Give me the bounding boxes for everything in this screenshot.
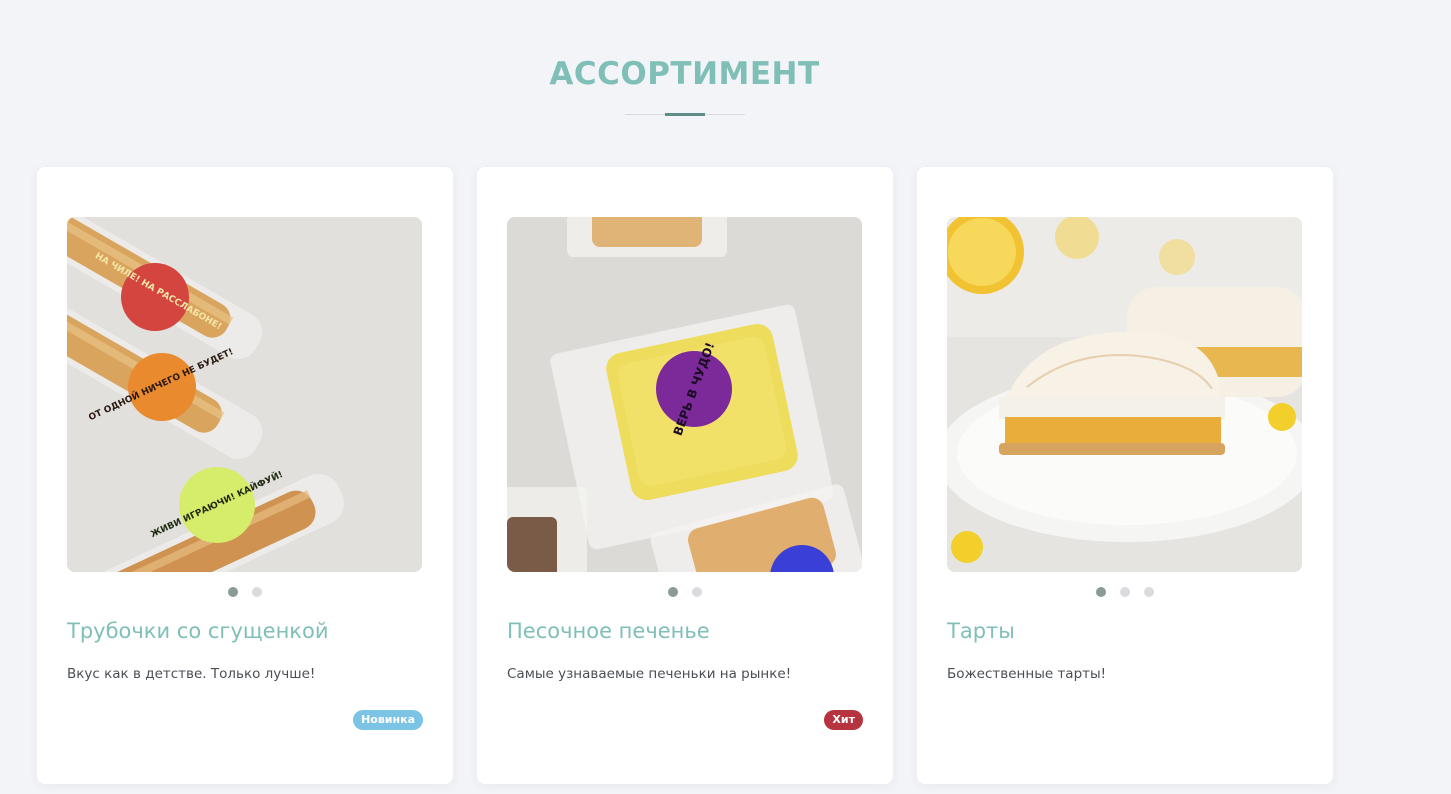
section-title: АССОРТИМЕНТ: [549, 56, 820, 92]
product-description: Божественные тарты!: [947, 666, 1107, 682]
carousel-dot[interactable]: [252, 587, 262, 597]
carousel-dot[interactable]: [1096, 587, 1106, 597]
image-carousel-dots: [37, 587, 453, 597]
product-description: Вкус как в детстве. Только лучше!: [67, 666, 316, 682]
product-title[interactable]: Тарты: [947, 619, 1307, 643]
product-title[interactable]: Песочное печенье: [507, 619, 867, 643]
product-card-pechenye[interactable]: ВЕРЬ В ЧУДО! Песочное печенье Самые узна…: [477, 167, 893, 784]
badge-hit: Хит: [824, 710, 863, 730]
product-image-pechenye[interactable]: ВЕРЬ В ЧУДО!: [507, 217, 862, 572]
carousel-dot[interactable]: [1144, 587, 1154, 597]
product-photo: НА ЧИЛЕ! НА РАССЛАБОНЕ! ОТ ОДНОЙ НИЧЕГО …: [67, 217, 422, 572]
product-photo: [947, 217, 1302, 572]
carousel-dot[interactable]: [228, 587, 238, 597]
product-title[interactable]: Трубочки со сгущенкой: [67, 619, 427, 643]
product-image-tarty[interactable]: [947, 217, 1302, 572]
title-divider-accent: [665, 113, 705, 116]
badge-new: Новинка: [353, 710, 423, 730]
carousel-dot[interactable]: [692, 587, 702, 597]
image-carousel-dots: [917, 587, 1333, 597]
product-photo: ВЕРЬ В ЧУДО!: [507, 217, 862, 572]
image-carousel-dots: [477, 587, 893, 597]
carousel-dot[interactable]: [1120, 587, 1130, 597]
product-description: Самые узнаваемые печеньки на рынке!: [507, 666, 792, 682]
carousel-dot[interactable]: [668, 587, 678, 597]
product-card-tarty[interactable]: Тарты Божественные тарты!: [917, 167, 1333, 784]
product-image-trubochki[interactable]: НА ЧИЛЕ! НА РАССЛАБОНЕ! ОТ ОДНОЙ НИЧЕГО …: [67, 217, 422, 572]
product-card-trubochki[interactable]: НА ЧИЛЕ! НА РАССЛАБОНЕ! ОТ ОДНОЙ НИЧЕГО …: [37, 167, 453, 784]
